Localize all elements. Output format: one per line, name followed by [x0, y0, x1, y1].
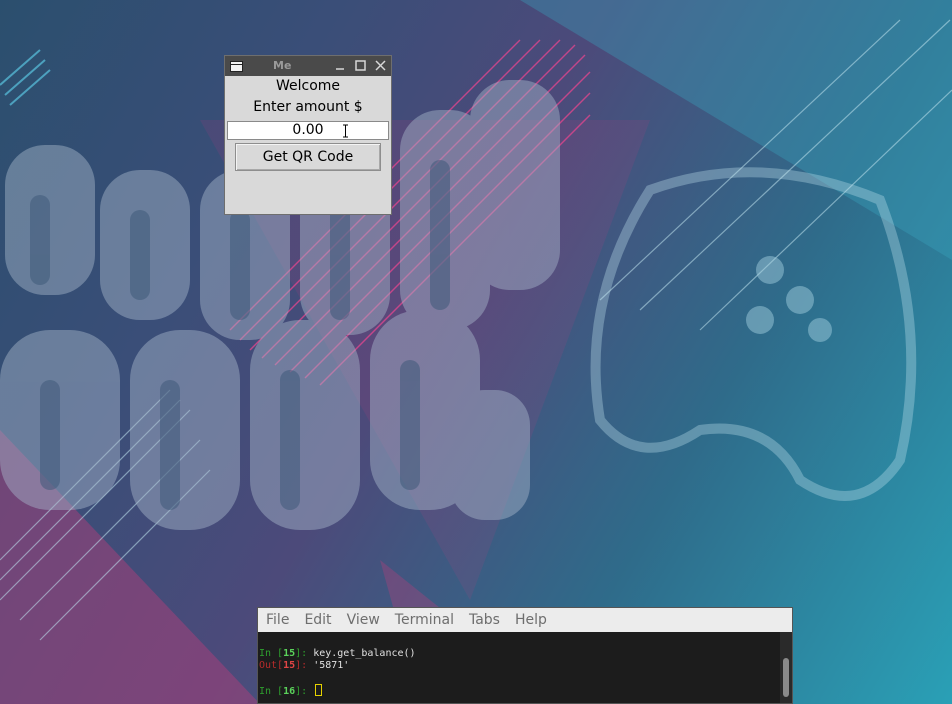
output-text: '5871': [313, 660, 350, 671]
menu-view[interactable]: View: [347, 612, 380, 628]
get-qr-code-button[interactable]: Get QR Code: [235, 143, 381, 171]
prompt-in-prefix: In [: [259, 686, 284, 697]
menu-edit[interactable]: Edit: [304, 612, 331, 628]
terminal-window: File Edit View Terminal Tabs Help In [15…: [257, 607, 793, 704]
prompt-in-number: 16: [283, 686, 296, 697]
terminal-menubar: File Edit View Terminal Tabs Help: [258, 608, 792, 632]
terminal-line: In [15]: key.get_balance(): [259, 648, 780, 660]
minimize-icon[interactable]: [333, 57, 347, 73]
text-cursor-icon: [343, 124, 348, 138]
maximize-icon[interactable]: [353, 57, 367, 73]
close-icon[interactable]: [373, 57, 387, 73]
amount-input-value: 0.00: [292, 122, 324, 138]
qr-app-window: Me Welcome Enter amount $ 0.00 Get QR Co…: [224, 55, 392, 215]
window-titlebar[interactable]: Me: [225, 56, 391, 76]
wallpaper-art: [0, 0, 952, 704]
menu-tabs[interactable]: Tabs: [469, 612, 500, 628]
welcome-label: Welcome: [275, 78, 341, 94]
window-title: Me: [273, 59, 292, 72]
command-text: key.get_balance(): [313, 648, 416, 659]
amount-input[interactable]: 0.00: [227, 121, 389, 140]
menu-terminal[interactable]: Terminal: [395, 612, 454, 628]
amount-label: Enter amount $: [253, 99, 363, 115]
prompt-out-prefix: Out[: [259, 660, 284, 671]
window-app-icon[interactable]: [230, 60, 243, 72]
terminal-output[interactable]: In [15]: key.get_balance() Out[15]: '587…: [258, 632, 780, 703]
window-body: Welcome Enter amount $ 0.00 Get QR Code: [225, 76, 391, 214]
terminal-scrollbar-thumb[interactable]: [783, 658, 789, 697]
desktop-wallpaper: [0, 0, 952, 704]
prompt-in-prefix: In [: [259, 648, 284, 659]
terminal-line: Out[15]: '5871': [259, 660, 780, 672]
prompt-in-suffix: ]:: [295, 648, 314, 659]
menu-file[interactable]: File: [266, 612, 289, 628]
prompt-in-suffix: ]:: [295, 686, 314, 697]
prompt-out-suffix: ]:: [295, 660, 314, 671]
terminal-cursor: [315, 684, 323, 696]
prompt-in-number: 15: [283, 648, 296, 659]
prompt-out-number: 15: [283, 660, 296, 671]
terminal-line: In [16]:: [259, 684, 780, 697]
menu-help[interactable]: Help: [515, 612, 547, 628]
terminal-scrollbar[interactable]: [780, 632, 792, 703]
